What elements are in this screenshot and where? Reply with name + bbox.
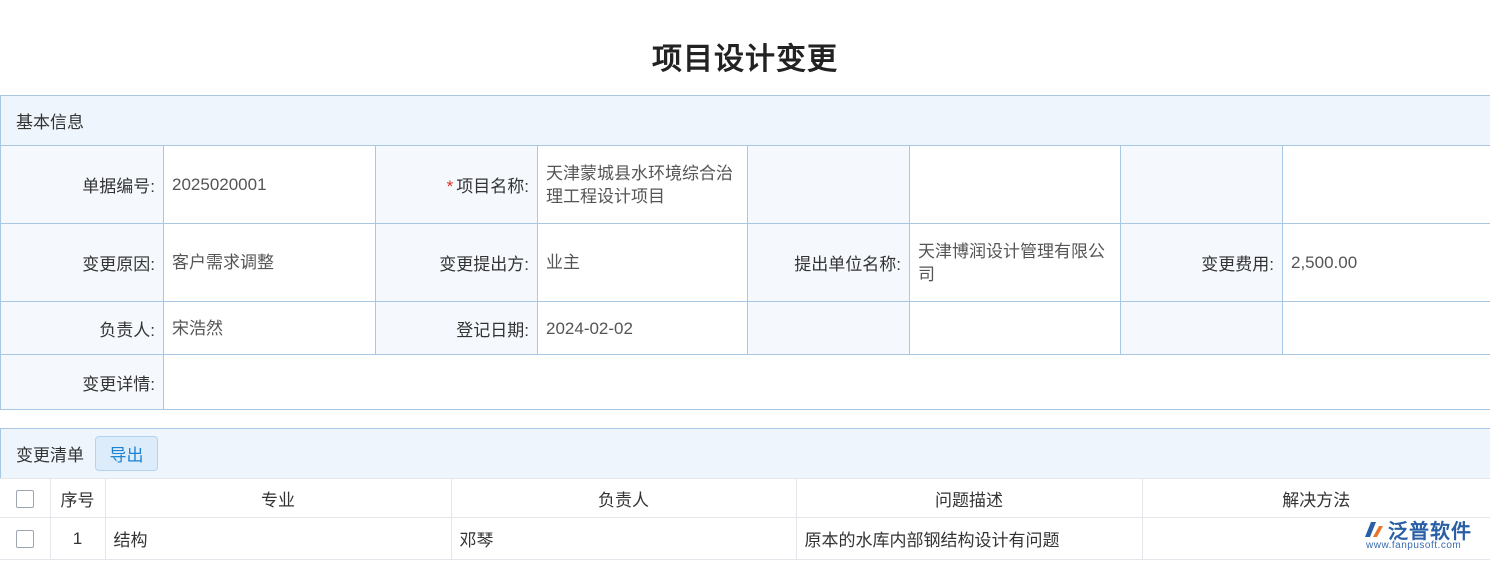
basic-info-title: 基本信息: [16, 113, 84, 132]
change-list-table: 序号 专业 负责人 问题描述 解决方法 1 结构 邓琴 原本的水库内部钢结构设计…: [0, 478, 1490, 560]
page-title: 项目设计变更: [652, 43, 838, 76]
row-discipline: 结构: [104, 517, 452, 560]
select-all-cell: [0, 478, 51, 518]
empty-value-cell: [1282, 301, 1490, 355]
change-cost-value[interactable]: 2,500.00: [1282, 223, 1490, 302]
change-proposer-label: 变更提出方:: [375, 223, 538, 302]
table-row[interactable]: 1 结构 邓琴 原本的水库内部钢结构设计有问题: [0, 517, 1490, 560]
basic-info-header: 基本信息: [0, 95, 1490, 146]
empty-value-cell: [909, 145, 1121, 224]
empty-label-cell: [1120, 301, 1283, 355]
required-mark: *: [446, 177, 454, 196]
brand-url: www.fanpusoft.com: [1366, 540, 1462, 551]
row-issue: 原本的水库内部钢结构设计有问题: [795, 517, 1143, 560]
export-button[interactable]: 导出: [95, 436, 158, 471]
column-header-owner[interactable]: 负责人: [450, 478, 797, 518]
proposer-unit-label: 提出单位名称:: [747, 223, 910, 302]
proposer-unit-value[interactable]: 天津博润设计管理有限公司: [909, 223, 1121, 302]
change-detail-value[interactable]: [163, 354, 1490, 410]
empty-label-cell: [747, 145, 910, 224]
register-date-value[interactable]: 2024-02-02: [537, 301, 748, 355]
change-reason-label: 变更原因:: [0, 223, 164, 302]
column-header-index[interactable]: 序号: [49, 478, 106, 518]
empty-value-cell: [909, 301, 1121, 355]
change-reason-value[interactable]: 客户需求调整: [163, 223, 376, 302]
brand-logo: 泛普软件 www.fanpusoft.com: [1362, 515, 1482, 557]
change-list-title: 变更清单: [16, 446, 84, 465]
change-list-header: 变更清单 导出: [0, 428, 1490, 479]
empty-label-cell: [747, 301, 910, 355]
owner-value[interactable]: 宋浩然: [163, 301, 376, 355]
empty-value-cell: [1282, 145, 1490, 224]
table-header-row: 序号 专业 负责人 问题描述 解决方法: [0, 478, 1490, 518]
row-index: 1: [49, 517, 106, 560]
column-header-issue[interactable]: 问题描述: [795, 478, 1143, 518]
row-select-cell: [0, 517, 51, 560]
register-date-label: 登记日期:: [375, 301, 538, 355]
row-owner: 邓琴: [450, 517, 797, 560]
project-name-label-cell: * 项目名称:: [375, 145, 538, 224]
project-name-label: 项目名称:: [456, 177, 529, 196]
column-header-discipline[interactable]: 专业: [104, 478, 452, 518]
column-header-solution[interactable]: 解决方法: [1141, 478, 1490, 518]
select-all-checkbox[interactable]: [15, 489, 34, 508]
empty-label-cell: [1120, 145, 1283, 224]
basic-info-form: 单据编号: 2025020001 * 项目名称: 天津蒙城县水环境综合治理工程设计…: [0, 145, 1490, 410]
owner-label: 负责人:: [0, 301, 164, 355]
change-detail-label: 变更详情:: [0, 354, 164, 410]
change-cost-label: 变更费用:: [1120, 223, 1283, 302]
project-name-value[interactable]: 天津蒙城县水环境综合治理工程设计项目: [537, 145, 748, 224]
doc-no-label: 单据编号:: [0, 145, 164, 224]
doc-no-value[interactable]: 2025020001: [163, 145, 376, 224]
brand-logo-icon: [1365, 522, 1383, 537]
change-proposer-value[interactable]: 业主: [537, 223, 748, 302]
row-checkbox[interactable]: [15, 530, 34, 549]
